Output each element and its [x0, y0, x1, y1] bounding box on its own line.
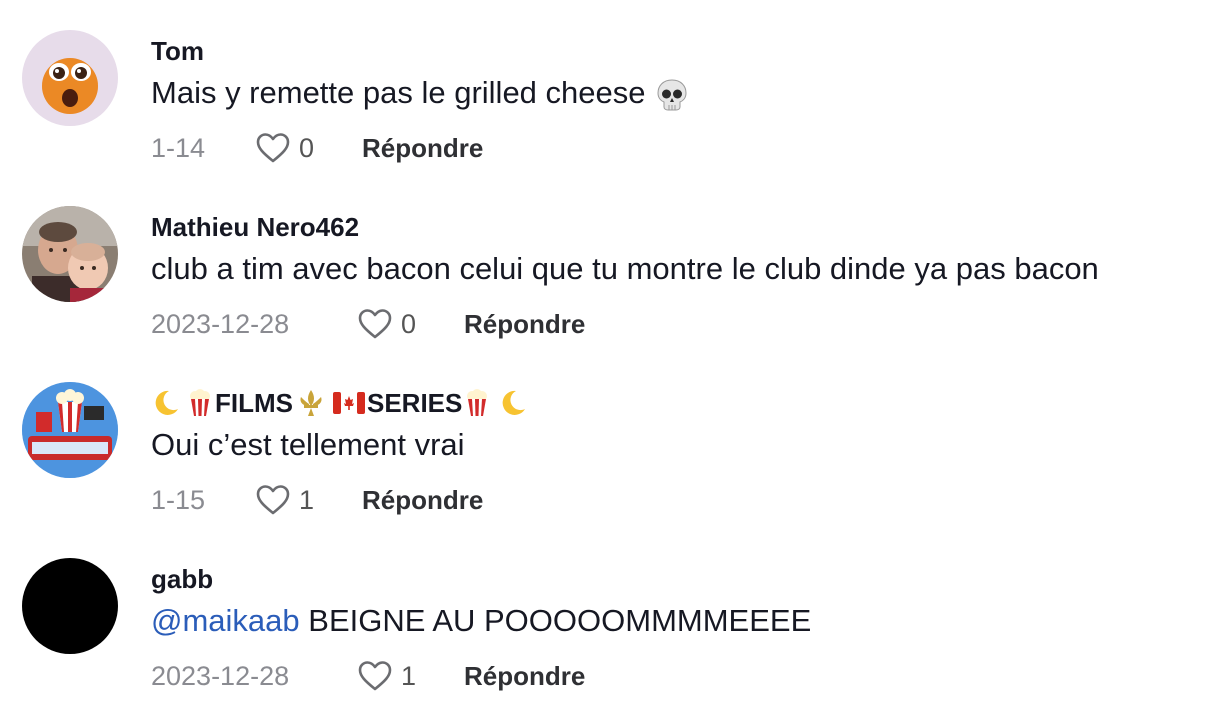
- like-button[interactable]: 1: [357, 660, 416, 692]
- comment-list: Tom Mais y remette pas le grilled cheese…: [0, 0, 1210, 710]
- like-count: 0: [299, 132, 315, 163]
- comment-item: Tom Mais y remette pas le grilled cheese…: [0, 0, 1210, 176]
- comment-meta: 2023-12-28 1 Répondre: [151, 656, 585, 696]
- popcorn-icon: [185, 388, 215, 418]
- comment-date: 2023-12-28: [151, 660, 290, 691]
- reply-button[interactable]: Répondre: [464, 309, 585, 340]
- comment-meta: 2023-12-28 0 Répondre: [151, 304, 585, 344]
- avatar[interactable]: [22, 382, 118, 478]
- heart-outline-icon[interactable]: [357, 660, 393, 692]
- crescent-moon-icon: [498, 388, 528, 418]
- comment-text: @maikaab BEIGNE AU POOOOOMMMMEEEE: [151, 603, 812, 638]
- popcorn-icon: [462, 388, 492, 418]
- like-count: 1: [401, 660, 417, 691]
- heart-outline-icon[interactable]: [255, 132, 291, 164]
- fleur-de-lis-icon: [295, 388, 327, 418]
- comment-text: Oui c’est tellement vrai: [151, 427, 465, 462]
- comment-username[interactable]: Tom: [151, 35, 204, 67]
- comment-item: FILMS SERIES Oui c’est tellement vrai 1-…: [0, 352, 1210, 528]
- comment-meta: 1-14 0 Répondre: [151, 128, 483, 168]
- like-button[interactable]: 1: [255, 484, 314, 516]
- avatar[interactable]: [22, 206, 118, 302]
- comment-username[interactable]: Mathieu Nero462: [151, 211, 359, 243]
- comment-date: 2023-12-28: [151, 308, 290, 339]
- avatar[interactable]: [22, 30, 118, 126]
- like-button[interactable]: 0: [357, 308, 416, 340]
- reply-button[interactable]: Répondre: [362, 485, 483, 516]
- comment-text: club a tim avec bacon celui que tu montr…: [151, 251, 1099, 286]
- reply-button[interactable]: Répondre: [464, 661, 585, 692]
- comment-item: gabb @maikaab BEIGNE AU POOOOOMMMMEEEE 2…: [0, 528, 1210, 704]
- comment-meta: 1-15 1 Répondre: [151, 480, 483, 520]
- comment-text: Mais y remette pas le grilled cheese: [151, 74, 690, 113]
- comment-username[interactable]: FILMS SERIES: [151, 387, 528, 419]
- mention-link[interactable]: @maikaab: [151, 603, 300, 638]
- skull-icon: [654, 77, 690, 113]
- comment-date: 1-15: [151, 484, 206, 515]
- comment-username[interactable]: gabb: [151, 563, 213, 595]
- comment-item: Mathieu Nero462 club a tim avec bacon ce…: [0, 176, 1210, 352]
- reply-button[interactable]: Répondre: [362, 133, 483, 164]
- comment-date: 1-14: [151, 132, 206, 163]
- heart-outline-icon[interactable]: [357, 308, 393, 340]
- like-count: 1: [299, 484, 315, 515]
- heart-outline-icon[interactable]: [255, 484, 291, 516]
- avatar[interactable]: [22, 558, 118, 654]
- canada-flag-icon: [333, 392, 365, 414]
- like-button[interactable]: 0: [255, 132, 314, 164]
- crescent-moon-icon: [151, 388, 181, 418]
- like-count: 0: [401, 308, 417, 339]
